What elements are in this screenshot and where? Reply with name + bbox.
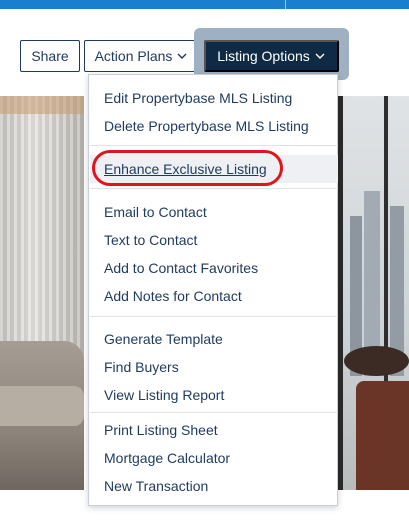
menu-item-email-to-contact[interactable]: Email to Contact — [104, 202, 334, 222]
menu-item-print-listing-sheet[interactable]: Print Listing Sheet — [104, 420, 334, 440]
menu-item-view-listing-report[interactable]: View Listing Report — [104, 385, 334, 405]
action-plans-button[interactable]: Action Plans — [84, 40, 199, 72]
menu-item-add-notes-for-contact[interactable]: Add Notes for Contact — [104, 286, 334, 306]
menu-item-new-transaction[interactable]: New Transaction — [104, 476, 334, 496]
top-nav-divider — [285, 0, 286, 9]
menu-divider — [90, 188, 338, 189]
listing-options-menu: Edit Propertybase MLS Listing Delete Pro… — [88, 74, 338, 506]
menu-item-generate-template[interactable]: Generate Template — [104, 329, 334, 349]
chevron-down-icon — [176, 50, 188, 62]
menu-divider — [90, 412, 338, 413]
menu-item-find-buyers[interactable]: Find Buyers — [104, 357, 334, 377]
menu-item-mortgage-calculator[interactable]: Mortgage Calculator — [104, 448, 334, 468]
top-nav-bar — [0, 0, 409, 9]
photo-table — [344, 346, 409, 376]
photo-window-frame — [338, 96, 343, 490]
listing-photo-left — [0, 96, 84, 490]
share-button[interactable]: Share — [20, 40, 80, 72]
menu-divider — [90, 316, 338, 317]
menu-item-add-to-contact-favorites[interactable]: Add to Contact Favorites — [104, 258, 334, 278]
action-plans-label: Action Plans — [94, 48, 173, 64]
photo-chair — [356, 381, 409, 490]
chevron-down-icon — [314, 50, 326, 62]
listing-photo-right — [338, 96, 409, 490]
menu-item-delete-mls-listing[interactable]: Delete Propertybase MLS Listing — [104, 116, 334, 136]
share-button-label: Share — [31, 48, 69, 64]
menu-item-text-to-contact[interactable]: Text to Contact — [104, 230, 334, 250]
menu-item-edit-mls-listing[interactable]: Edit Propertybase MLS Listing — [104, 88, 334, 108]
photo-cushion — [0, 386, 84, 426]
photo-valance — [0, 96, 84, 114]
menu-divider — [90, 145, 338, 146]
listing-options-label: Listing Options — [217, 48, 310, 64]
listing-options-button[interactable]: Listing Options — [204, 40, 339, 72]
annotation-highlight-oval — [92, 150, 283, 186]
